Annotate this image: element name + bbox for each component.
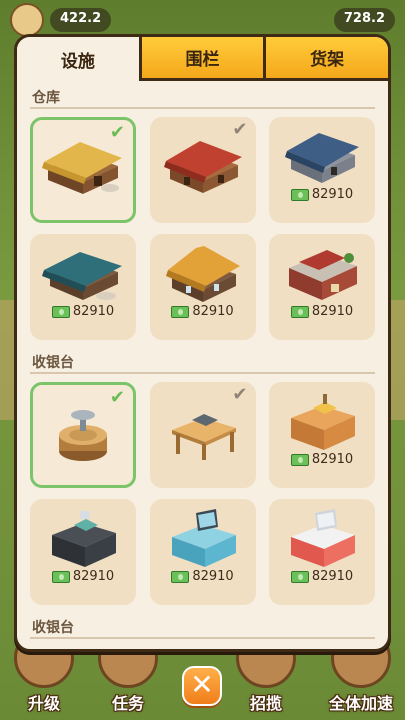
cash-icon [290, 305, 309, 318]
check-icon: ✔ [109, 122, 125, 143]
cash-icon [51, 305, 70, 318]
player-avatar[interactable] [10, 3, 44, 37]
section-divider [30, 107, 375, 109]
tab-fences[interactable]: 围栏 [141, 37, 267, 81]
price-value: 82910 [311, 187, 354, 202]
panel-content[interactable]: 仓库 ✔ ✔ 82910 82910 82910 82910 收银台 ✔ ✔ 8… [17, 81, 388, 649]
item-card-wooden-cabinet-counter[interactable]: 82910 [269, 382, 375, 488]
tab-facilities[interactable]: 设施 [17, 37, 142, 81]
dark-register-counter-icon [52, 511, 116, 567]
recruit-label: 招揽 [249, 694, 282, 713]
price-value: 82910 [192, 569, 234, 584]
orange-roof-warehouse-icon [165, 246, 240, 302]
section-divider [30, 372, 375, 374]
shop-panel: 设施 围栏 货架 仓库 ✔ ✔ 82910 82910 82910 82910 … [14, 34, 391, 652]
blue-roof-warehouse-icon [285, 133, 359, 183]
tasks-label: 任务 [111, 694, 144, 713]
cash-icon [290, 570, 309, 583]
price-tag: 82910 [171, 304, 234, 319]
price-value: 82910 [311, 304, 354, 319]
item-card-red-roof-warehouse[interactable]: ✔ [149, 117, 256, 223]
price-tag: 82910 [290, 304, 354, 319]
cash-icon [290, 453, 309, 466]
red-register-counter-icon [291, 509, 355, 567]
check-icon: ✔ [232, 119, 248, 140]
close-button[interactable]: ✕ [182, 666, 222, 706]
cash-icon [171, 305, 190, 318]
item-card-teal-roof-warehouse[interactable]: 82910 [30, 234, 136, 340]
item-card-dark-register-counter[interactable]: 82910 [30, 499, 136, 605]
price-tag: 82910 [51, 304, 115, 319]
item-card-brick-shop-warehouse[interactable]: 82910 [269, 234, 375, 340]
bottom-bar: 升级 任务 招揽 全体加速 ✕ [0, 628, 405, 720]
price-value: 82910 [192, 304, 234, 319]
price-tag: 82910 [171, 569, 234, 584]
cash-icon [290, 188, 309, 201]
price-tag: 82910 [290, 452, 354, 467]
price-tag: 82910 [51, 569, 115, 584]
cash-counter: 728.2 [333, 8, 395, 32]
blue-register-counter-icon [171, 509, 236, 567]
item-card-wooden-table-counter[interactable]: ✔ [149, 382, 256, 488]
section-title-checkout-2: 收银台 [32, 620, 74, 636]
price-value: 82910 [311, 569, 354, 584]
coin-counter: 422.2 [50, 8, 112, 32]
item-card-red-register-counter[interactable]: 82910 [269, 499, 375, 605]
item-card-orange-roof-warehouse[interactable]: 82910 [149, 234, 256, 340]
price-value: 82910 [311, 452, 354, 467]
cash-icon [171, 570, 190, 583]
price-tag: 82910 [290, 569, 354, 584]
upgrade-label: 升级 [27, 694, 60, 713]
tab-shelves[interactable]: 货架 [266, 37, 388, 81]
price-value: 82910 [72, 304, 115, 319]
brick-shop-warehouse-icon [289, 250, 357, 300]
check-icon: ✔ [109, 387, 125, 408]
section-title-warehouse: 仓库 [32, 90, 60, 106]
warehouse-grid: ✔ ✔ 82910 82910 82910 82910 [30, 117, 375, 340]
price-value: 82910 [72, 569, 115, 584]
cash-icon [51, 570, 70, 583]
teal-roof-warehouse-icon [42, 252, 122, 300]
wooden-cabinet-counter-icon [291, 394, 355, 450]
section-title-checkout: 收银台 [32, 355, 74, 371]
speedup-label: 全体加速 [328, 694, 393, 713]
item-card-blue-roof-warehouse[interactable]: 82910 [269, 117, 375, 223]
section-divider [30, 637, 375, 639]
check-icon: ✔ [232, 384, 248, 405]
item-card-blue-register-counter[interactable]: 82910 [149, 499, 256, 605]
item-card-stump-scale-counter[interactable]: ✔ [30, 382, 136, 488]
price-tag: 82910 [290, 187, 354, 202]
tab-bar: 设施 围栏 货架 [17, 37, 388, 81]
item-card-thatched-warehouse[interactable]: ✔ [30, 117, 136, 223]
checkout-grid: ✔ ✔ 82910 82910 82910 82910 [30, 382, 375, 605]
